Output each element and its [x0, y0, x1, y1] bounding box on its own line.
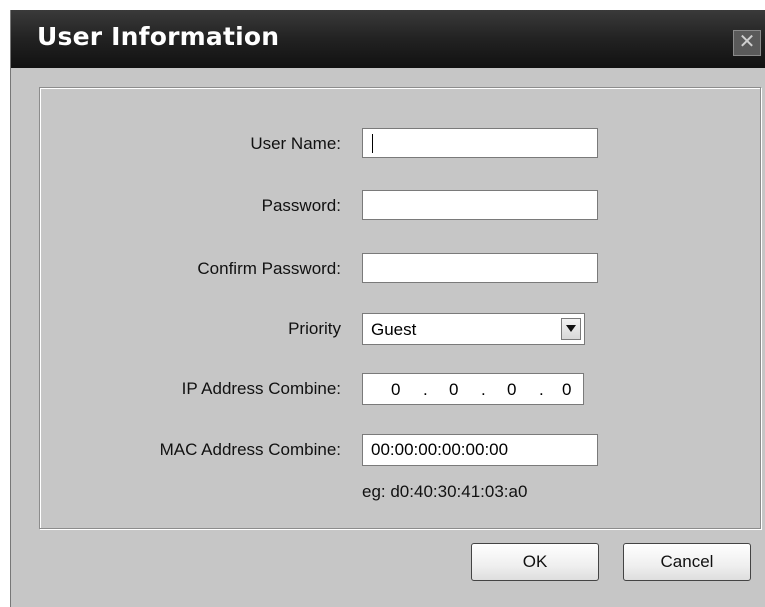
confirm-password-input[interactable]: [362, 253, 598, 283]
text-caret: [372, 134, 373, 153]
mac-address-value: 00:00:00:00:00:00: [371, 440, 509, 459]
ip-octet-4: 0: [562, 380, 572, 399]
ip-separator: .: [539, 380, 544, 399]
ok-button[interactable]: OK: [471, 543, 599, 581]
close-button[interactable]: ✕: [733, 30, 761, 56]
priority-value: Guest: [371, 320, 417, 339]
mac-address-hint: eg: d0:40:30:41:03:a0: [362, 482, 528, 501]
user-information-dialog: User Information ✕ User Name: Password: …: [10, 10, 765, 607]
user-name-label: User Name:: [250, 134, 341, 153]
password-input[interactable]: [362, 190, 598, 220]
priority-select[interactable]: Guest: [362, 313, 585, 345]
ip-address-label: IP Address Combine:: [181, 379, 341, 398]
dialog-title: User Information: [37, 22, 280, 51]
password-label: Password:: [261, 196, 341, 215]
ip-separator: .: [481, 380, 486, 399]
title-bar: User Information ✕: [11, 10, 765, 68]
chevron-down-icon: [566, 325, 576, 332]
ip-octet-2: 0: [449, 380, 459, 399]
close-icon: ✕: [738, 31, 756, 53]
priority-label: Priority: [288, 319, 341, 338]
user-name-input[interactable]: [362, 128, 598, 158]
confirm-password-label: Confirm Password:: [197, 259, 341, 278]
mac-address-input[interactable]: 00:00:00:00:00:00: [362, 434, 598, 466]
ip-address-input[interactable]: 0 . 0 . 0 . 0: [362, 373, 584, 405]
mac-address-label: MAC Address Combine:: [159, 440, 341, 459]
dropdown-button[interactable]: [561, 318, 581, 340]
ip-octet-3: 0: [507, 380, 517, 399]
cancel-button[interactable]: Cancel: [623, 543, 751, 581]
ip-octet-1: 0: [391, 380, 401, 399]
ip-separator: .: [423, 380, 428, 399]
